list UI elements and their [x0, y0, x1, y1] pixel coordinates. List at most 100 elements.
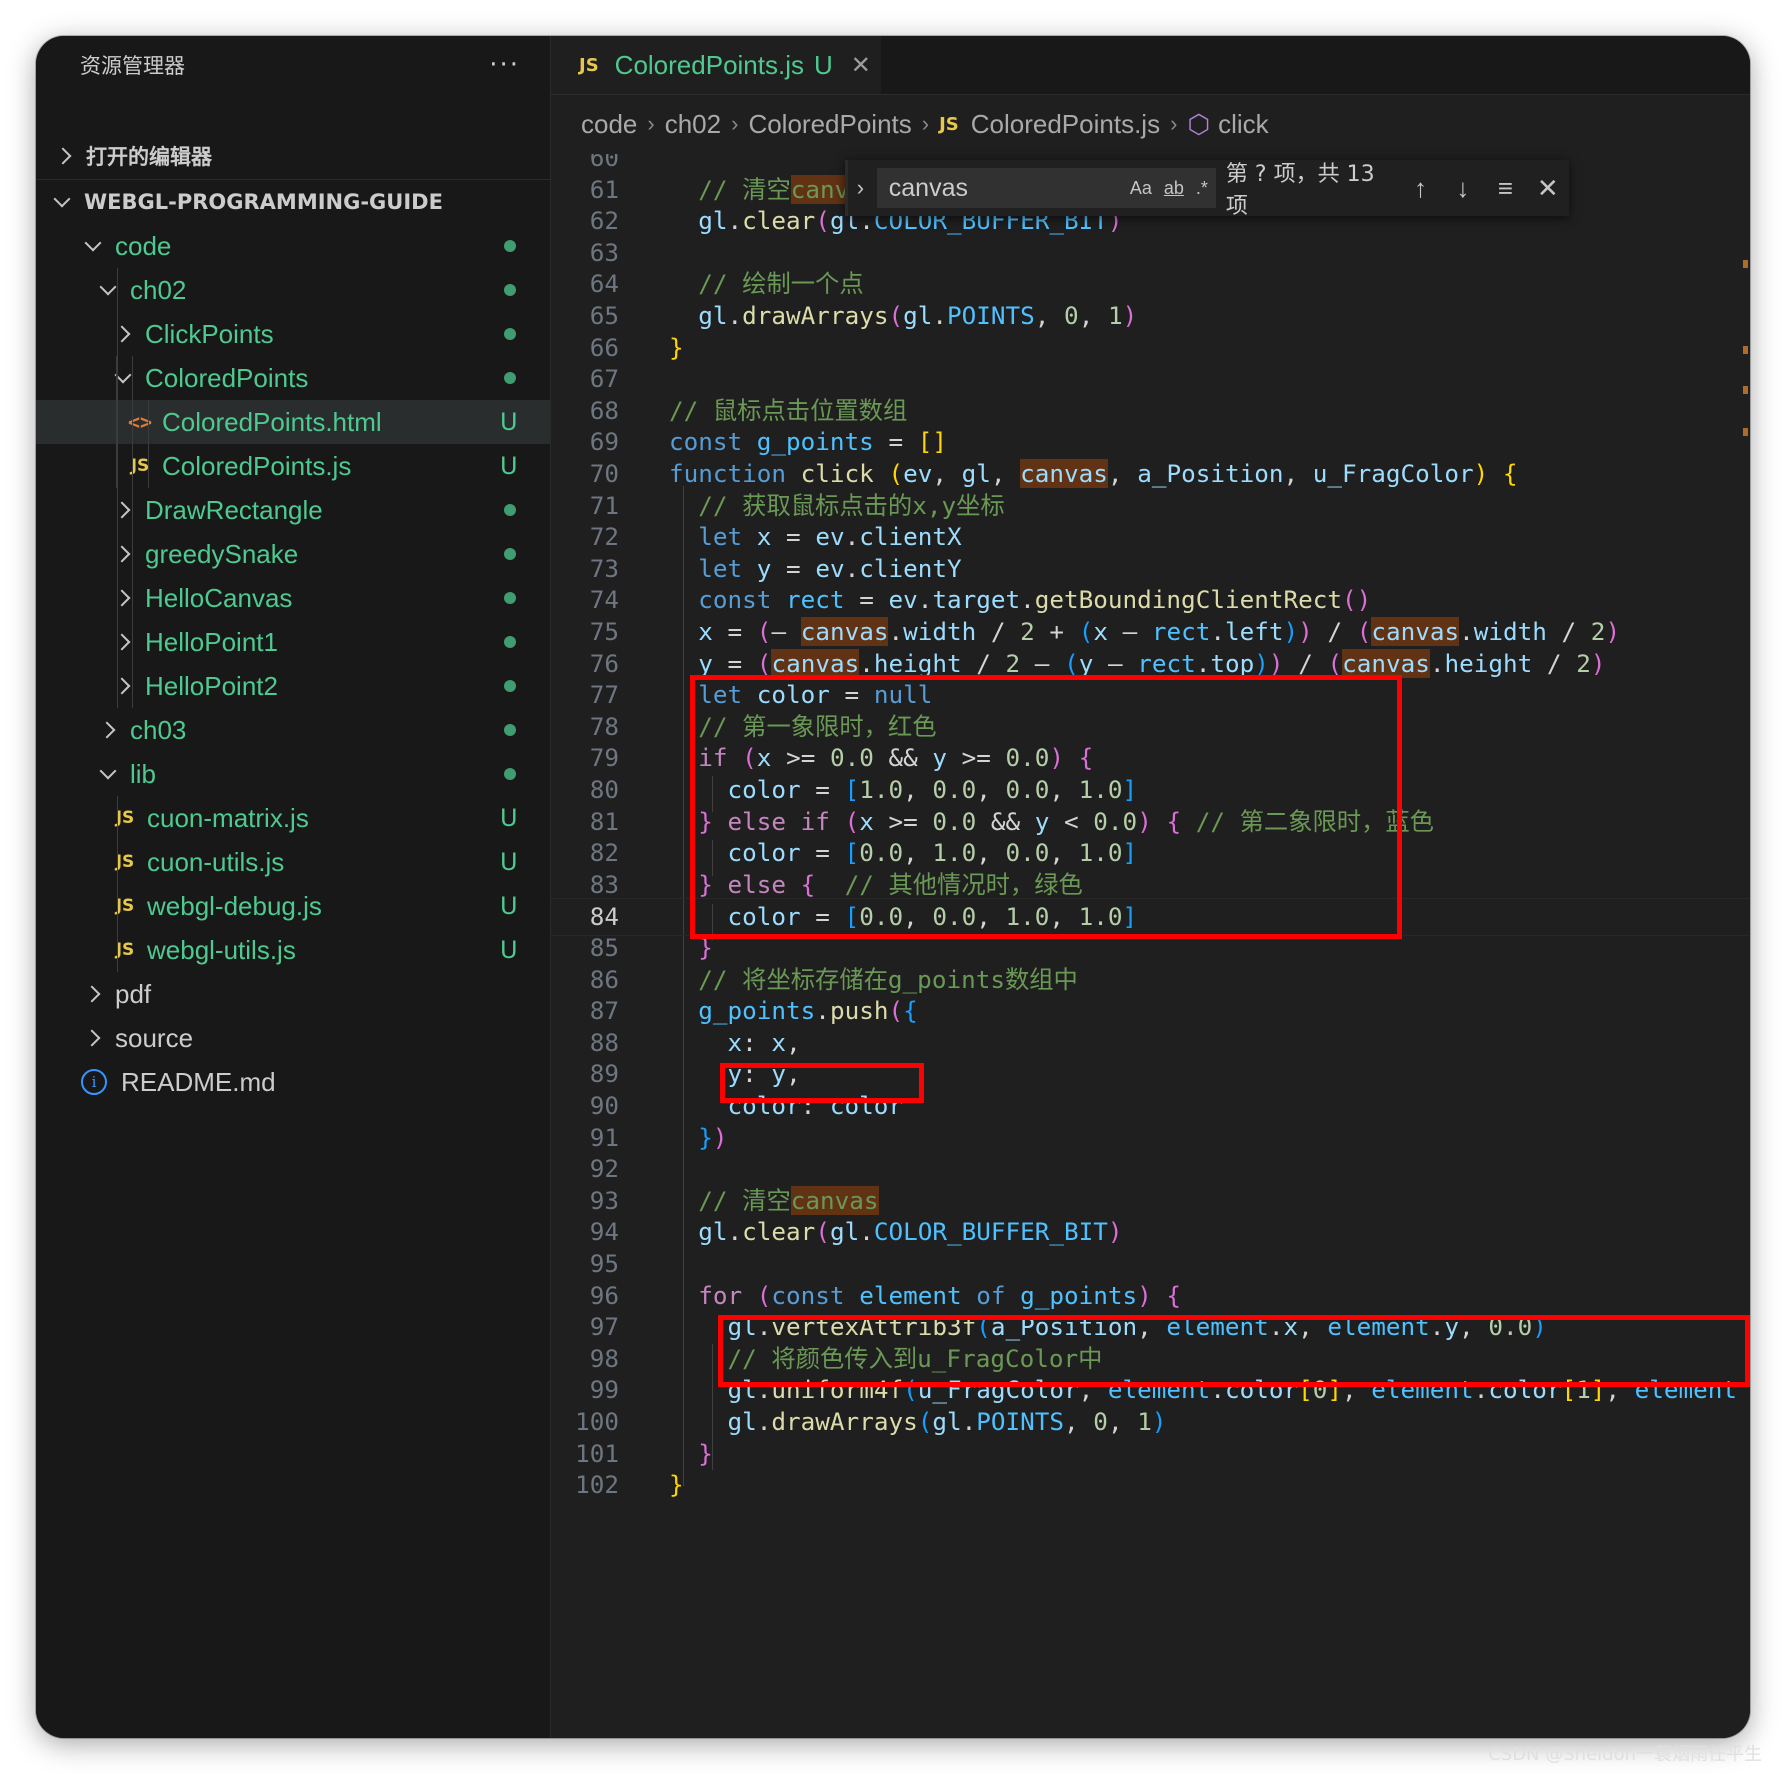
code-line[interactable]: 94 gl.clear(gl.COLOR_BUFFER_BIT): [551, 1214, 1750, 1250]
code-text: }: [669, 1467, 684, 1503]
code-token: // 获取鼠标点击的x,y坐标: [698, 490, 1005, 520]
close-find-icon[interactable]: ✕: [1527, 173, 1569, 204]
tree-item[interactable]: JS webgl-debug.js U: [36, 884, 550, 928]
tree-item[interactable]: DrawRectangle: [36, 488, 550, 532]
code-token: ): [1268, 648, 1284, 678]
code-line[interactable]: 65 gl.drawArrays(gl.POINTS, 0, 1): [551, 298, 1750, 334]
tree-item[interactable]: HelloPoint1: [36, 620, 550, 664]
code-line[interactable]: 67: [551, 361, 1750, 397]
line-number: 78: [589, 711, 619, 741]
tree-item[interactable]: HelloPoint2: [36, 664, 550, 708]
tab-coloredpoints-js[interactable]: JS ColoredPoints.js U ✕: [551, 36, 881, 94]
tree-item[interactable]: lib: [36, 752, 550, 796]
code-text: x = (– canvas.width / 2 + (x – rect.left…: [669, 614, 1620, 650]
next-match-icon[interactable]: ↓: [1442, 173, 1484, 204]
code-token: ): [1137, 1280, 1167, 1310]
code-editor[interactable]: 60 61 // 清空canva 62 gl.clear(gl.COLOR_BUFF…: [551, 154, 1750, 1738]
code-line[interactable]: 69 const g_points = []: [551, 424, 1750, 460]
find-input[interactable]: canvas Aa ab .*: [876, 168, 1216, 208]
js-file-icon: JS: [130, 456, 150, 476]
more-actions-icon[interactable]: ···: [489, 50, 520, 80]
code-line[interactable]: 100 gl.drawArrays(gl.POINTS, 0, 1): [551, 1404, 1750, 1440]
previous-match-icon[interactable]: ↑: [1399, 173, 1441, 204]
tree-item[interactable]: code: [36, 224, 550, 268]
code-line[interactable]: 74 const rect = ev.target.getBoundingCli…: [551, 582, 1750, 618]
toggle-replace-icon[interactable]: ›: [848, 175, 873, 201]
code-token: // 将坐标存储在g_points数组中: [698, 964, 1078, 994]
tree-item[interactable]: ColoredPoints: [36, 356, 550, 400]
modified-dot: [504, 284, 516, 296]
breadcrumb-item[interactable]: ch02: [665, 109, 721, 140]
code-line[interactable]: 72 let x = ev.clientX: [551, 519, 1750, 555]
code-line[interactable]: 66}: [551, 330, 1750, 366]
tree-item[interactable]: ch03: [36, 708, 550, 752]
code-line[interactable]: 73 let y = ev.clientY: [551, 551, 1750, 587]
tree-item[interactable]: ClickPoints: [36, 312, 550, 356]
tree-item[interactable]: JS webgl-utils.js U: [36, 928, 550, 972]
tree-item[interactable]: greedySnake: [36, 532, 550, 576]
tree-item[interactable]: i README.md: [36, 1060, 550, 1104]
code-token: ,: [990, 459, 1021, 488]
code-line[interactable]: 93 // 清空canvas: [551, 1183, 1750, 1219]
breadcrumb-item[interactable]: ColoredPoints: [748, 109, 911, 140]
code-line[interactable]: 68 // 鼠标点击位置数组: [551, 393, 1750, 429]
tree-item-label: lib: [130, 758, 157, 789]
tree-item[interactable]: pdf: [36, 972, 550, 1016]
code-line[interactable]: 92: [551, 1151, 1750, 1187]
code-token: // 绘制一个点: [698, 269, 864, 299]
tree-item[interactable]: JS ColoredPoints.js U: [36, 444, 550, 488]
code-line[interactable]: 95: [551, 1246, 1750, 1282]
code-line[interactable]: 101 }: [551, 1436, 1750, 1472]
breadcrumb-item[interactable]: click: [1218, 109, 1269, 140]
close-icon[interactable]: ✕: [851, 51, 871, 80]
annotation-box-uniform4f: [718, 1315, 1750, 1387]
tree-item[interactable]: ch02: [36, 268, 550, 312]
regex-icon[interactable]: .*: [1196, 178, 1208, 199]
code-line[interactable]: 64 // 绘制一个点: [551, 266, 1750, 302]
code-line[interactable]: 88 x: x,: [551, 1025, 1750, 1061]
breadcrumb-item[interactable]: ColoredPoints.js: [971, 109, 1160, 140]
minimap-highlight: [1743, 428, 1748, 436]
line-number: 96: [589, 1280, 619, 1310]
info-icon: i: [81, 1069, 107, 1095]
code-token: drawArrays: [742, 301, 889, 330]
code-line[interactable]: 75 x = (– canvas.width / 2 + (x – rect.l…: [551, 614, 1750, 650]
code-line[interactable]: 71 // 获取鼠标点击的x,y坐标: [551, 488, 1750, 524]
code-token: (): [1341, 585, 1372, 615]
find-in-selection-icon[interactable]: ≡: [1484, 173, 1526, 204]
whole-word-icon[interactable]: ab: [1164, 178, 1184, 199]
tree-item[interactable]: JS cuon-matrix.js U: [36, 796, 550, 840]
code-token: click: [800, 459, 874, 488]
match-case-icon[interactable]: Aa: [1130, 178, 1152, 199]
code-line[interactable]: 70 function click (ev, gl, canvas, a_Posi…: [551, 456, 1750, 492]
code-token: =: [712, 648, 757, 678]
code-line[interactable]: 102}: [551, 1467, 1750, 1503]
code-line[interactable]: 91 }): [551, 1120, 1750, 1156]
project-section[interactable]: WEBGL-PROGRAMMING-GUIDE: [36, 179, 550, 223]
code-line[interactable]: 86 // 将坐标存储在g_points数组中: [551, 962, 1750, 998]
breadcrumb-item[interactable]: code: [581, 109, 637, 140]
code-token: /: [1283, 648, 1328, 678]
code-token: }: [698, 1438, 713, 1468]
code-line[interactable]: 96 for (const element of g_points) {: [551, 1278, 1750, 1314]
tree-item[interactable]: HelloCanvas: [36, 576, 550, 620]
code-token: 0: [1093, 1407, 1108, 1436]
code-token: /: [976, 617, 1021, 646]
code-token: clientX: [859, 522, 962, 552]
code-token: 2: [1005, 648, 1021, 678]
code-token: x: [756, 522, 772, 552]
chevron-right-icon: [111, 631, 133, 653]
tree-item[interactable]: source: [36, 1016, 550, 1060]
code-token: top: [1210, 648, 1255, 678]
match-count: 第 ? 项，共 13 项: [1225, 162, 1375, 219]
tree-item[interactable]: <> ColoredPoints.html U: [36, 400, 550, 444]
tree-item[interactable]: JS cuon-utils.js U: [36, 840, 550, 884]
code-token: y: [698, 648, 713, 678]
code-token: (: [1078, 617, 1094, 646]
open-editors-section[interactable]: 打开的编辑器: [36, 134, 550, 178]
code-token: (: [888, 996, 904, 1026]
code-line[interactable]: 87 g_points.push({: [551, 993, 1750, 1029]
code-line[interactable]: 63: [551, 235, 1750, 271]
